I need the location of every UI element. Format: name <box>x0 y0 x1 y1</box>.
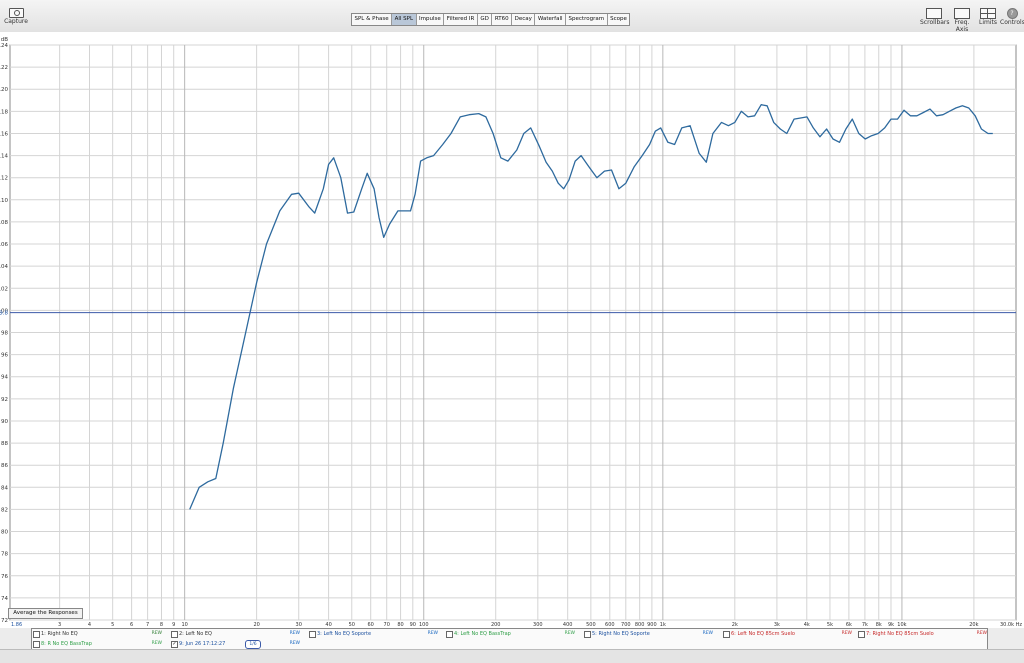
trace-checkbox[interactable] <box>446 631 453 638</box>
y-tick-label: 110 <box>0 198 8 204</box>
cursor-value-label: 99.8 <box>0 311 8 317</box>
toolbar: Capture SPL & Phase All SPL Impulse Filt… <box>0 0 1024 33</box>
rew-badge-icon: REW <box>427 631 438 636</box>
tab-waterfall[interactable]: Waterfall <box>535 14 567 25</box>
trace-name: 4: Left No EQ BassTrap <box>454 631 511 637</box>
y-tick-label: 112 <box>0 176 8 182</box>
freq-axis-button[interactable]: Freq. Axis <box>948 8 976 33</box>
limits-button[interactable]: Limits <box>976 8 1000 26</box>
trace-name: 9: Jun 26 17:12:27 <box>179 641 226 647</box>
rew-badge-icon: REW <box>564 631 575 636</box>
trace-item[interactable]: 8: R No EQ BassTrap REW <box>32 639 170 649</box>
freq-axis-label: Freq. Axis <box>954 19 970 33</box>
tab-decay[interactable]: Decay <box>512 14 536 25</box>
spl-graph-svg: 1241221201181161141121101081061041021009… <box>0 37 1022 628</box>
trace-name: 8: R No EQ BassTrap <box>41 641 92 647</box>
trace-checkbox[interactable]: ✓ <box>171 641 178 648</box>
y-tick-label: 90 <box>1 419 8 425</box>
limits-icon <box>980 8 996 19</box>
y-tick-label: 78 <box>1 552 8 558</box>
trace-name: 1: Right No EQ <box>41 631 78 637</box>
x-min-label: 1.86 <box>11 622 22 628</box>
y-unit-label: dB <box>1 37 8 43</box>
trace-checkbox[interactable] <box>33 641 40 648</box>
tab-spectrogram[interactable]: Spectrogram <box>566 14 608 25</box>
smoothing-badge[interactable]: 1/6 <box>245 640 261 649</box>
capture-label: Capture <box>4 18 28 25</box>
scrollbars-button[interactable]: Scrollbars <box>920 8 950 26</box>
y-tick-label: 74 <box>1 596 8 602</box>
tab-gd[interactable]: GD <box>478 14 493 25</box>
y-tick-label: 86 <box>1 463 8 469</box>
rew-badge-icon: REW <box>976 631 987 636</box>
trace-name: 3: Left No EQ Soporte <box>317 631 372 637</box>
trace-legend: 1: Right No EQ REW 2: Left No EQ REW 3: Left… <box>31 628 988 651</box>
scrollbars-icon <box>926 8 942 19</box>
trace-name: 6: Left No EQ 85cm Suelo <box>731 631 795 637</box>
rew-badge-icon: REW <box>702 631 713 636</box>
x-max-label: 30.0k Hz <box>1000 622 1022 628</box>
rew-badge-icon: REW <box>289 641 300 646</box>
status-bar <box>0 649 1024 663</box>
freq-axis-icon <box>954 8 970 19</box>
y-tick-label: 88 <box>1 441 8 447</box>
trace-item[interactable]: 4: Left No EQ BassTrap REW <box>445 629 583 639</box>
trace-item[interactable]: 2: Left No EQ REW <box>170 629 308 639</box>
y-tick-label: 106 <box>0 242 8 248</box>
tab-all-spl[interactable]: All SPL <box>392 14 417 25</box>
y-tick-label: 76 <box>1 574 8 580</box>
trace-item[interactable]: 5: Right No EQ Soporte REW <box>583 629 721 639</box>
trace-name: 5: Right No EQ Soporte <box>592 631 650 637</box>
capture-button[interactable]: Capture <box>4 8 28 25</box>
y-tick-label: 114 <box>0 154 8 160</box>
tab-scope[interactable]: Scope <box>608 14 630 25</box>
controls-label: Controls <box>1000 19 1024 26</box>
y-tick-label: 84 <box>1 485 8 491</box>
y-tick-label: 72 <box>1 618 8 624</box>
y-tick-label: 80 <box>1 530 8 536</box>
y-tick-label: 122 <box>0 65 8 71</box>
y-tick-label: 82 <box>1 507 8 513</box>
trace-item[interactable]: 6: Left No EQ 85cm Suelo REW <box>722 629 860 639</box>
trace-item[interactable]: 3: Left No EQ Soporte REW <box>308 629 446 639</box>
trace-item[interactable]: 7: Right No EQ 85cm Suelo REW <box>857 629 995 639</box>
y-tick-label: 118 <box>0 109 8 115</box>
y-tick-label: 104 <box>0 264 8 270</box>
rew-badge-icon: REW <box>289 631 300 636</box>
trace-name: 2: Left No EQ <box>179 631 212 637</box>
y-tick-label: 124 <box>0 43 8 49</box>
trace-name: 7: Right No EQ 85cm Suelo <box>866 631 934 637</box>
tab-impulse[interactable]: Impulse <box>417 14 445 25</box>
trace-checkbox[interactable] <box>33 631 40 638</box>
y-tick-label: 96 <box>1 353 8 359</box>
tab-filtered-ir[interactable]: Filtered IR <box>444 14 478 25</box>
tab-rt60[interactable]: RT60 <box>492 14 513 25</box>
y-tick-label: 92 <box>1 397 8 403</box>
trace-checkbox[interactable] <box>171 631 178 638</box>
spl-graph[interactable]: 1241221201181161141121101081061041021009… <box>0 32 1024 628</box>
y-tick-label: 116 <box>0 131 8 137</box>
help-icon: ? <box>1006 8 1018 19</box>
y-tick-label: 98 <box>1 331 8 337</box>
y-tick-label: 108 <box>0 220 8 226</box>
scrollbars-label: Scrollbars <box>920 19 950 26</box>
trace-checkbox[interactable] <box>584 631 591 638</box>
rew-badge-icon: REW <box>841 631 852 636</box>
average-responses-button[interactable]: Average the Responses <box>8 608 83 619</box>
y-tick-label: 102 <box>0 286 8 292</box>
trace-item[interactable]: ✓ 9: Jun 26 17:12:27 REW <box>170 639 308 649</box>
trace-item[interactable]: 1: Right No EQ REW <box>32 629 170 639</box>
camera-icon <box>8 8 24 18</box>
view-tabs: SPL & Phase All SPL Impulse Filtered IR … <box>351 13 631 26</box>
rew-badge-icon: REW <box>151 641 162 646</box>
controls-button[interactable]: ? Controls <box>1000 8 1024 26</box>
y-tick-label: 120 <box>0 87 8 93</box>
limits-label: Limits <box>979 19 997 26</box>
trace-checkbox[interactable] <box>858 631 865 638</box>
trace-checkbox[interactable] <box>309 631 316 638</box>
tab-spl-phase[interactable]: SPL & Phase <box>352 14 393 25</box>
trace-checkbox[interactable] <box>723 631 730 638</box>
rew-badge-icon: REW <box>151 631 162 636</box>
y-tick-label: 94 <box>1 375 8 381</box>
